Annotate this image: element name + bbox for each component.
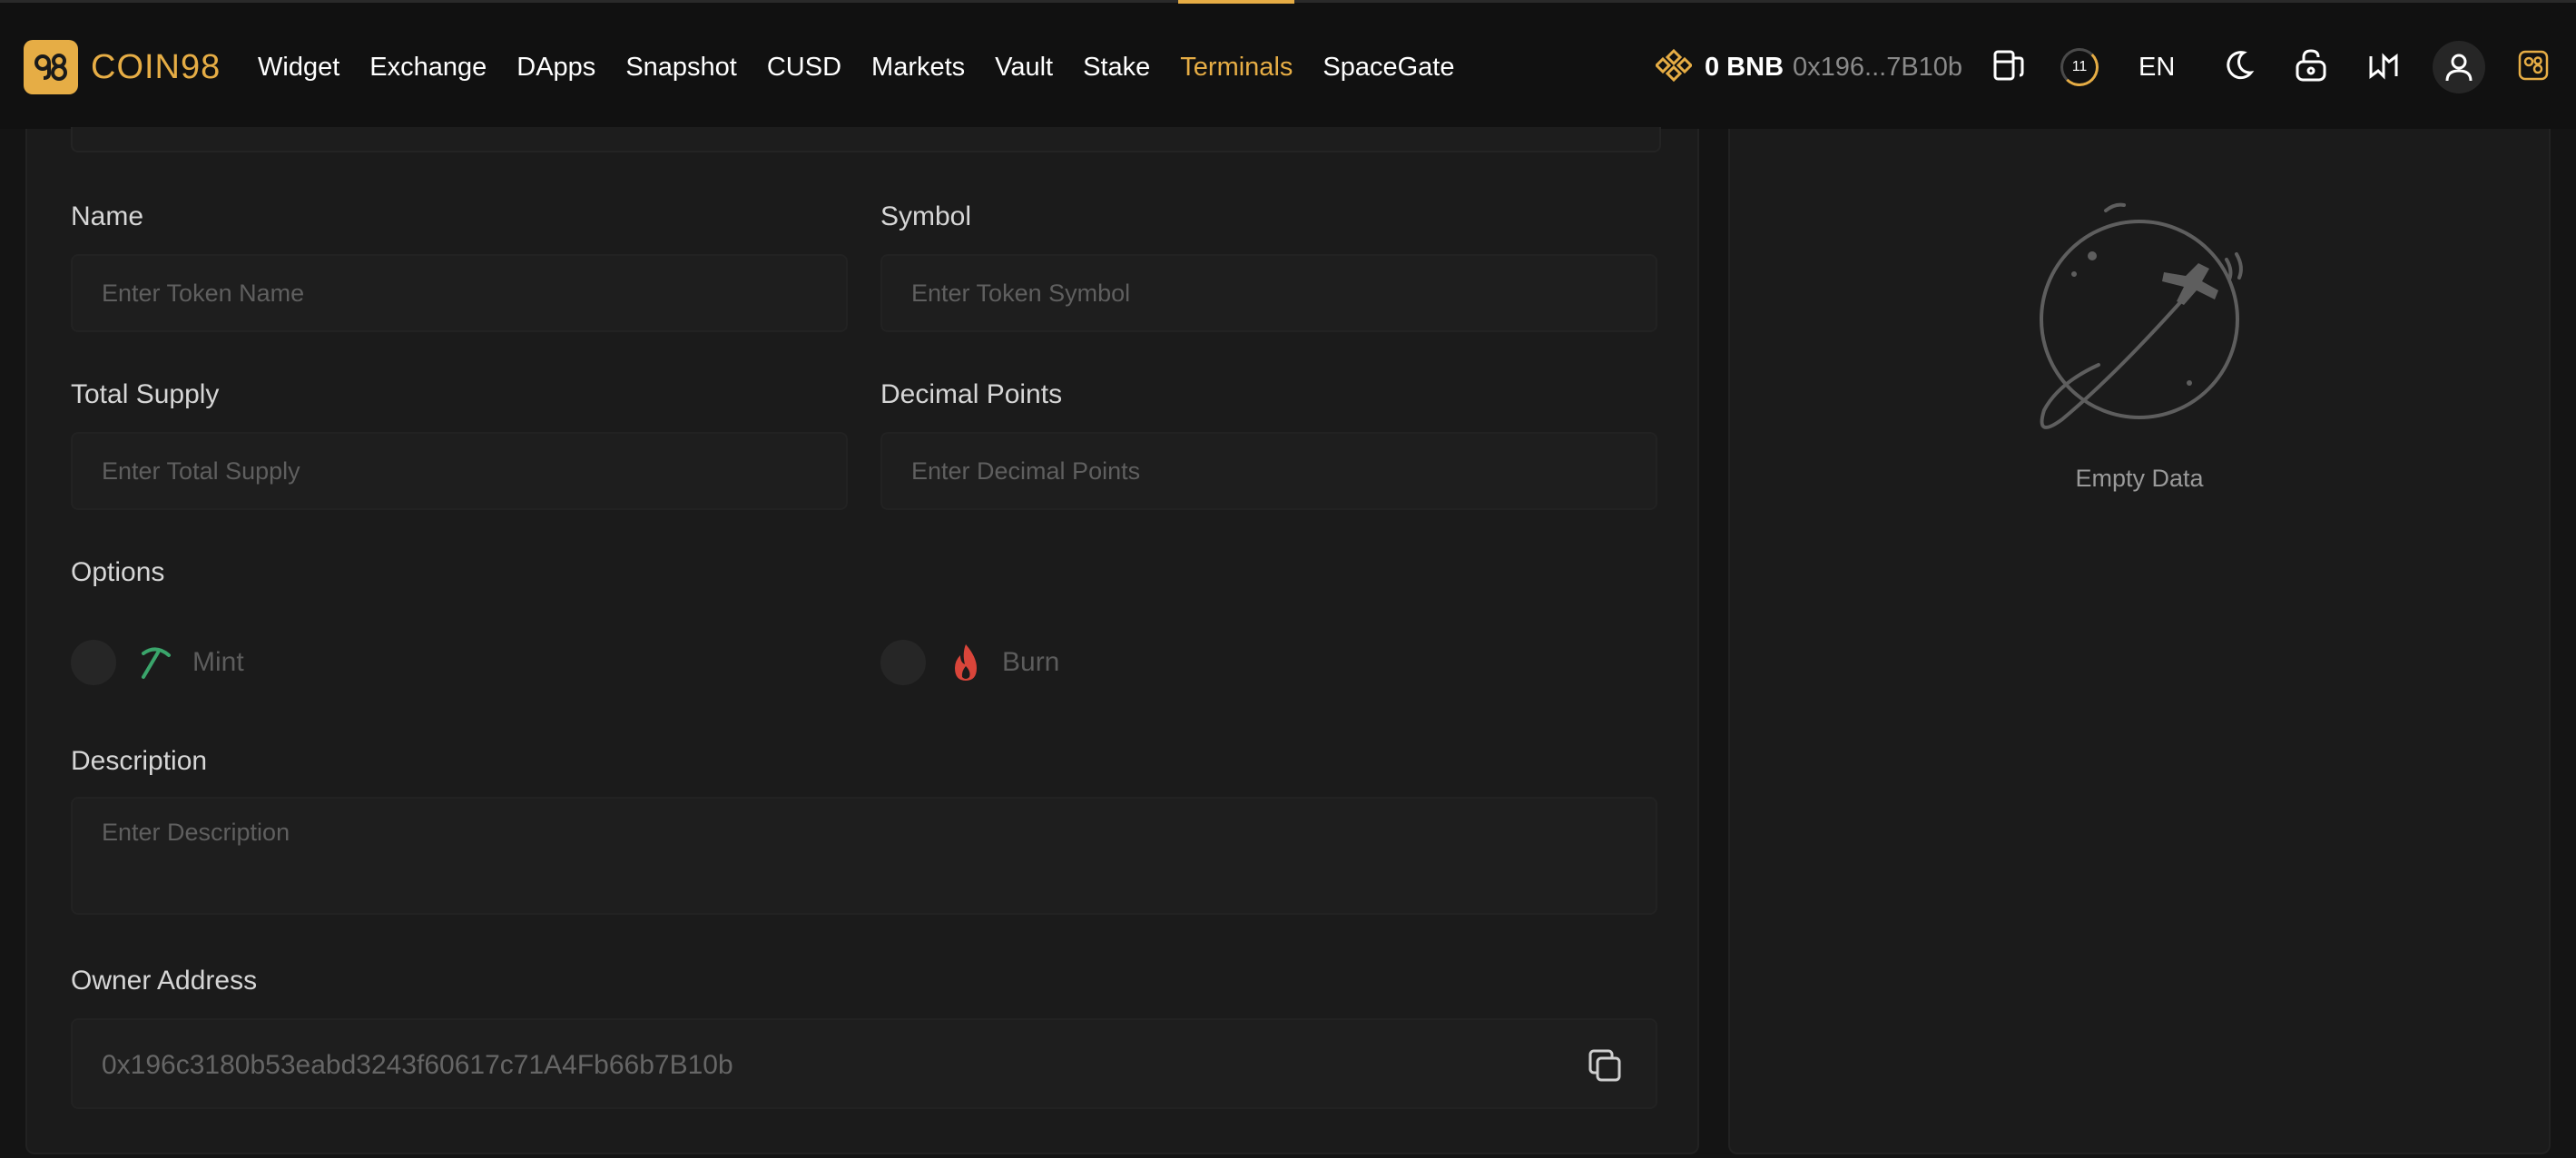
- nav-widget[interactable]: Widget: [258, 3, 339, 132]
- mint-label: Mint: [192, 647, 244, 677]
- nav-spacegate[interactable]: SpaceGate: [1322, 3, 1454, 132]
- nav-snapshot[interactable]: Snapshot: [625, 3, 737, 132]
- coin98-app-button[interactable]: [2518, 3, 2549, 132]
- token-name-input[interactable]: [102, 256, 817, 330]
- notification-counter[interactable]: 11: [2060, 3, 2099, 132]
- bridge-icon: [2367, 49, 2400, 86]
- nav-cusd[interactable]: CUSD: [767, 3, 841, 132]
- mint-option[interactable]: Mint: [71, 637, 244, 688]
- decimal-points-field-box: [880, 432, 1657, 510]
- moon-icon: [2222, 49, 2255, 86]
- header-actions: 0 BNB 0x196...7B10b 11 EN: [1650, 3, 2576, 132]
- decimal-points-label: Decimal Points: [880, 379, 1063, 409]
- wallet-balance: 0 BNB: [1705, 52, 1785, 82]
- nav-stake[interactable]: Stake: [1083, 3, 1150, 132]
- description-label: Description: [71, 746, 208, 776]
- owner-address-label: Owner Address: [71, 966, 258, 996]
- token-list-panel: Empty Data: [1728, 129, 2551, 1154]
- nav-dapps[interactable]: DApps: [516, 3, 595, 132]
- pickaxe-icon: [136, 643, 176, 682]
- wallet-address: 0x196...7B10b: [1793, 52, 1963, 82]
- nav-exchange[interactable]: Exchange: [369, 3, 487, 132]
- language-selector[interactable]: EN: [2138, 3, 2175, 132]
- empty-data-label: Empty Data: [2075, 465, 2204, 492]
- language-label: EN: [2138, 52, 2176, 82]
- owner-address-field: 0x196c3180b53eabd3243f60617c71A4Fb66b7B1…: [71, 1018, 1657, 1109]
- options-label: Options: [71, 557, 165, 587]
- decimal-points-input[interactable]: [911, 434, 1627, 508]
- token-symbol-input[interactable]: [911, 256, 1627, 330]
- burn-option[interactable]: Burn: [880, 637, 1059, 688]
- nav-markets[interactable]: Markets: [871, 3, 965, 132]
- gas-pump-icon: [1991, 47, 2028, 88]
- total-supply-label: Total Supply: [71, 379, 220, 409]
- description-input[interactable]: [102, 819, 1627, 904]
- mint-radio[interactable]: [71, 640, 116, 685]
- total-supply-input[interactable]: [102, 434, 817, 508]
- burn-label: Burn: [1002, 647, 1060, 677]
- bridge-button[interactable]: [2367, 3, 2400, 132]
- coin98-logo[interactable]: COIN98: [24, 39, 221, 95]
- description-field-box: [71, 797, 1657, 915]
- wallet-button[interactable]: 0 BNB 0x196...7B10b: [1654, 3, 1963, 132]
- account-button[interactable]: [2433, 3, 2485, 132]
- empty-state: [1730, 192, 2549, 460]
- coin98-logo-icon: [24, 40, 78, 94]
- copy-icon[interactable]: [1587, 1047, 1623, 1084]
- create-token-form: Name Symbol Total Supply Decimal Points …: [25, 127, 1699, 1154]
- total-supply-field-box: [71, 432, 848, 510]
- name-label: Name: [71, 201, 144, 231]
- lock-button[interactable]: [2293, 3, 2329, 132]
- symbol-label: Symbol: [880, 201, 972, 231]
- user-icon: [2433, 41, 2485, 93]
- nav-terminals[interactable]: Terminals: [1178, 0, 1295, 132]
- fire-icon: [946, 643, 986, 682]
- top-header: COIN98 Widget Exchange DApps Snapshot CU…: [0, 0, 2576, 129]
- symbol-field-box: [880, 254, 1657, 332]
- theme-toggle[interactable]: [2222, 3, 2255, 132]
- main-nav: Widget Exchange DApps Snapshot CUSD Mark…: [258, 0, 1485, 132]
- form-top-section: [71, 127, 1661, 152]
- unlock-icon: [2293, 47, 2329, 88]
- owner-address-value: 0x196c3180b53eabd3243f60617c71A4Fb66b7B1…: [102, 1050, 733, 1080]
- logo-text: COIN98: [91, 47, 221, 86]
- nav-vault[interactable]: Vault: [995, 3, 1053, 132]
- bnb-coin-icon: [1654, 47, 1694, 88]
- coin98-app-icon: [2518, 50, 2549, 85]
- name-field-box: [71, 254, 848, 332]
- burn-radio[interactable]: [880, 640, 926, 685]
- empty-rocket-icon: [2040, 202, 2243, 429]
- counter-badge: 11: [2060, 48, 2099, 86]
- gas-button[interactable]: [1991, 3, 2028, 132]
